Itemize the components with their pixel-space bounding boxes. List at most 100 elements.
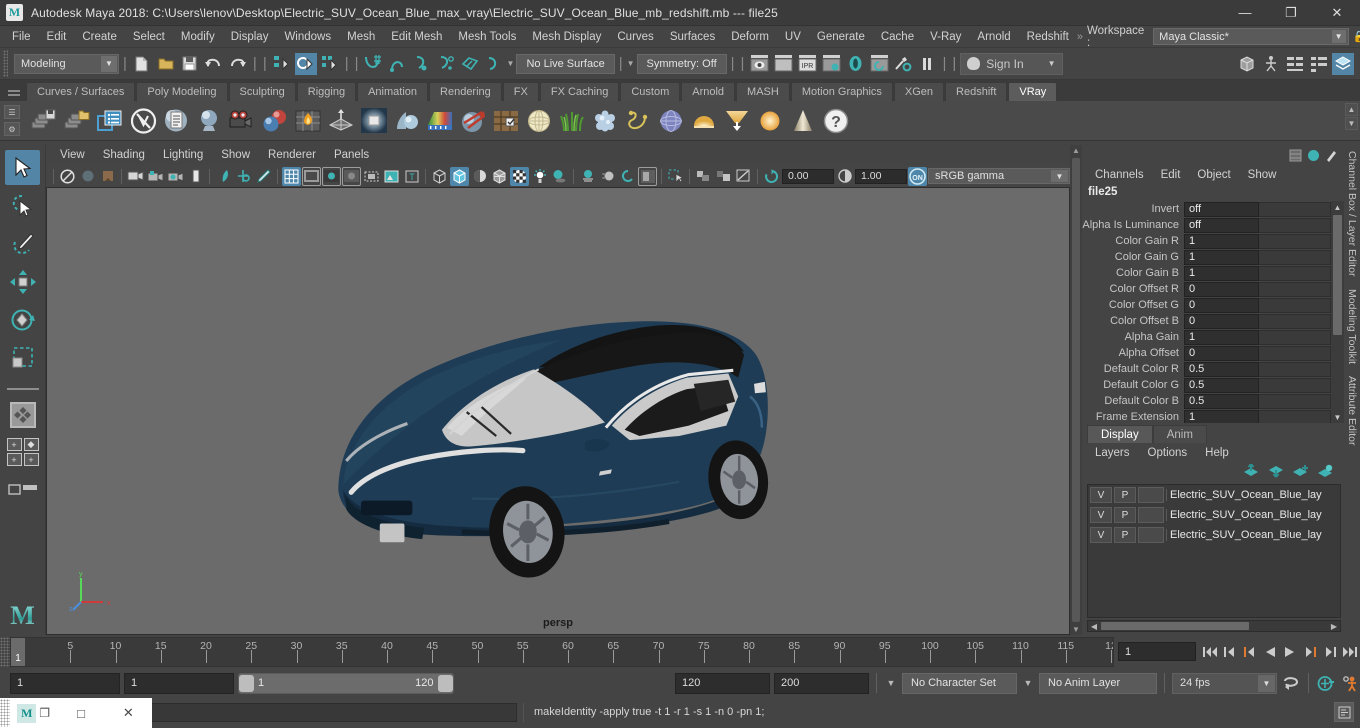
shelf-tab-poly-modeling[interactable]: Poly Modeling [136,82,228,101]
animation-preferences-button[interactable] [1340,672,1360,694]
bookmark-icon[interactable] [98,167,117,186]
redo-button[interactable] [227,53,249,75]
vray-curve-icon[interactable] [623,105,653,136]
vray-render-elements-icon[interactable] [95,105,125,136]
range-end-handle[interactable] [437,674,453,692]
two-sided-lighting-icon[interactable] [714,167,733,186]
layers-help-menu[interactable]: Help [1197,445,1237,461]
vray-sphere-light-icon[interactable] [524,105,554,136]
menu-windows[interactable]: Windows [276,29,339,45]
chevron-down-icon[interactable]: ▼ [1331,30,1346,43]
shelf-tab-fx-caching[interactable]: FX Caching [539,82,620,101]
channel-row[interactable]: Invert off [1082,201,1331,217]
menu-modify[interactable]: Modify [173,29,223,45]
layer-row[interactable]: V P Electric_SUV_Ocean_Blue_lay [1088,485,1340,505]
close-button[interactable]: ✕ [1314,0,1360,26]
menu-curves[interactable]: Curves [609,29,661,45]
color-space-select[interactable]: sRGB gamma ▼ [928,168,1070,184]
shelf-tab-arnold[interactable]: Arnold [681,82,736,101]
channel-slider-track[interactable] [1259,329,1331,345]
use-all-lights-icon[interactable] [530,167,549,186]
restore-button[interactable]: ❐ [1268,0,1314,26]
viewport-menu-panels[interactable]: Panels [326,147,377,163]
menu-arnold[interactable]: Arnold [969,29,1018,45]
channel-slider-track[interactable] [1259,313,1331,329]
vray-camera-icon[interactable] [227,105,257,136]
backface-cull-icon[interactable] [734,167,753,186]
menu-deform[interactable]: Deform [723,29,777,45]
menu-file[interactable]: File [4,29,39,45]
vray-material-doc-icon[interactable] [161,105,191,136]
sign-in-button[interactable]: Sign In ▼ [960,52,1063,75]
current-frame-field[interactable]: 1 [1118,642,1196,661]
menu-select[interactable]: Select [125,29,173,45]
channels-menu[interactable]: Channels [1088,168,1151,182]
grease-pencil-icon[interactable] [186,167,205,186]
channel-row[interactable]: Color Gain B 1 [1082,265,1331,281]
vray-gradient-icon[interactable] [425,105,455,136]
tab-display-layers[interactable]: Display [1087,425,1153,443]
layer-name[interactable]: Electric_SUV_Ocean_Blue_lay [1166,509,1338,521]
menu-display[interactable]: Display [223,29,277,45]
xray-mode-icon[interactable] [694,167,713,186]
show-hide-modeling-toolkit-button[interactable] [1236,53,1258,75]
play-forwards-button[interactable] [1280,641,1300,663]
go-to-end-button[interactable] [1340,641,1360,663]
character-set-chevron-icon[interactable]: ▼ [884,678,898,688]
channel-slider-track[interactable] [1259,393,1331,409]
channel-row[interactable]: Alpha Gain 1 [1082,329,1331,345]
snap-to-grid-button[interactable] [363,53,385,75]
quad-layout-button[interactable] [6,398,40,432]
time-slider-drag-handle[interactable] [0,636,10,667]
workspace-select[interactable]: Maya Classic* ▼ [1153,28,1349,45]
view-transform-icon[interactable] [762,167,781,186]
taskbar-maya-item[interactable]: M ❐ [10,698,57,728]
channel-row[interactable]: Color Offset B 0 [1082,313,1331,329]
shelf-scroll-up-icon[interactable]: ▲ [1345,103,1358,116]
anim-layer-chevron-icon[interactable]: ▼ [1021,678,1035,688]
step-forward-frame-button[interactable] [1300,641,1320,663]
time-slider[interactable]: 1 5 10 15 20 25 30 35 40 45 50 55 60 65 70 75 80 85 90 95 1… [10,636,1114,667]
vray-globe-icon[interactable] [656,105,686,136]
scroll-down-icon[interactable]: ▼ [1071,624,1082,635]
play-backwards-button[interactable] [1260,641,1280,663]
save-scene-button[interactable] [179,53,201,75]
xray-joints-icon[interactable] [234,167,253,186]
move-layer-up-icon[interactable] [1242,462,1259,481]
restore-window-icon[interactable]: ❐ [39,706,50,720]
channel-value[interactable]: 1 [1184,265,1259,281]
layer-display-type-toggle[interactable] [1138,507,1164,523]
toolbar-drag-handle[interactable] [3,50,8,77]
layer-playback-toggle[interactable]: P [1114,507,1136,523]
layer-name[interactable]: Electric_SUV_Ocean_Blue_lay [1166,489,1338,501]
channel-slider-track[interactable] [1259,233,1331,249]
shelf-tab-redshift[interactable]: Redshift [945,82,1008,101]
shade-selected-items-icon[interactable] [470,167,489,186]
outliner-persp-layout-button[interactable] [6,472,40,506]
tab-anim-layers[interactable]: Anim [1152,425,1207,443]
scrollbar-thumb[interactable] [1101,622,1249,630]
viewport-vertical-scrollbar[interactable]: ▲ ▼ [1070,145,1082,635]
tab-channel-box-layer-editor[interactable]: Channel Box / Layer Editor [1346,151,1358,277]
channel-slider-track[interactable] [1259,249,1331,265]
vray-displacement-icon[interactable] [458,105,488,136]
chevron-down-icon[interactable]: ▼ [507,59,515,68]
lock-icon[interactable]: 🔒 [1353,29,1360,45]
shelf-tab-animation[interactable]: Animation [357,82,429,101]
loop-playback-button[interactable] [1281,672,1301,694]
channel-value[interactable]: off [1184,201,1259,217]
layers-options-menu[interactable]: Options [1140,445,1196,461]
current-time-indicator[interactable]: 1 [11,637,25,666]
channel-slider-track[interactable] [1259,409,1331,423]
paint-select-tool[interactable] [5,226,40,261]
scroll-left-icon[interactable]: ◀ [1088,622,1100,631]
channel-row[interactable]: Default Color G 0.5 [1082,377,1331,393]
menu-cache[interactable]: Cache [873,29,922,45]
scroll-right-icon[interactable]: ▶ [1328,622,1340,631]
vray-logo-icon[interactable] [128,105,158,136]
render-settings-button[interactable] [820,53,842,75]
single-pane-layout-icon[interactable]: + [6,438,22,451]
vray-light-icon[interactable] [359,105,389,136]
layout-presets-buttons[interactable]: + ◆ + + [6,435,40,469]
menu-uv[interactable]: UV [777,29,809,45]
